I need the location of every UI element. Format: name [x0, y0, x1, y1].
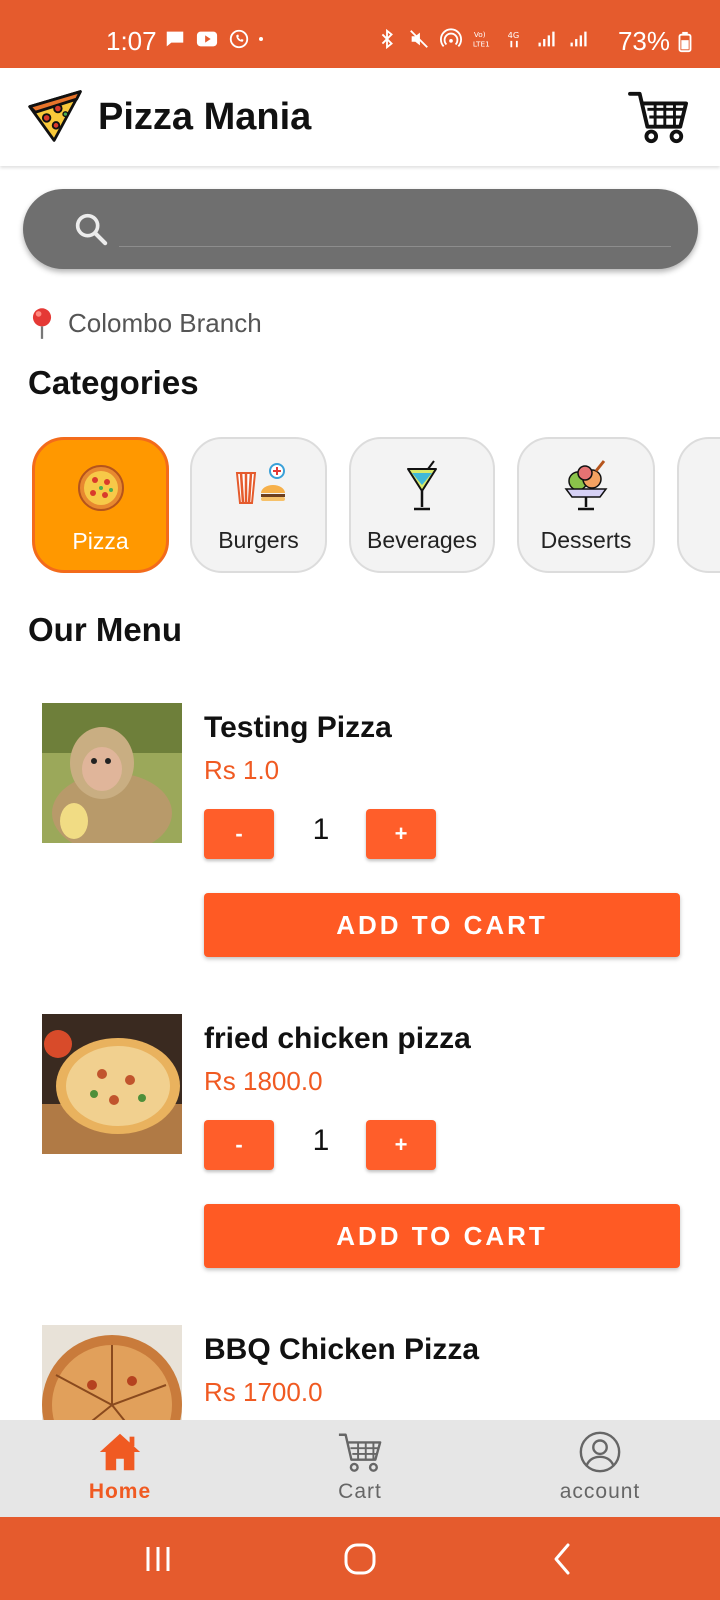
back-icon[interactable] — [544, 1539, 584, 1579]
whatsapp-icon — [229, 29, 249, 49]
app-title: Pizza Mania — [98, 96, 312, 138]
system-status-icons: Vo) LTE1 4G — [376, 28, 590, 50]
status-bar: 1:07 Vo) LTE1 4G 73% — [0, 0, 720, 68]
location-pin-icon — [32, 308, 52, 339]
category-list: Pizza Burgers Beverages Desserts — [32, 437, 720, 575]
hotspot-icon — [440, 28, 462, 47]
category-beverages[interactable]: Beverages — [349, 437, 495, 573]
search-bar[interactable] — [23, 189, 698, 269]
nav-account[interactable]: account — [480, 1420, 720, 1517]
item-name: BBQ Chicken Pizza — [204, 1333, 480, 1366]
youtube-icon — [196, 31, 218, 47]
signal-icon — [538, 31, 555, 47]
signal-icon-2 — [570, 31, 587, 47]
item-image — [42, 703, 182, 843]
category-desserts[interactable]: Desserts — [517, 437, 655, 573]
pizza-photo — [42, 1014, 182, 1154]
item-image — [42, 1325, 182, 1420]
decrease-quantity-button[interactable]: - — [204, 809, 274, 859]
add-to-cart-button[interactable]: ADD TO CART — [204, 893, 680, 957]
app-bar: Pizza Mania — [0, 68, 720, 166]
account-icon — [579, 1431, 621, 1473]
category-label: Pizza — [72, 528, 129, 554]
dot-icon — [259, 37, 263, 41]
item-price: Rs 1.0 — [204, 755, 280, 785]
svg-text:LTE1: LTE1 — [473, 39, 490, 48]
menu-item: Testing Pizza Rs 1.0 - 1 + ADD TO CART — [42, 703, 682, 963]
cart-icon — [338, 1433, 382, 1472]
mute-icon — [410, 30, 428, 48]
item-name: fried chicken pizza — [204, 1022, 471, 1055]
category-label: Burgers — [218, 527, 299, 553]
notification-icons — [164, 28, 270, 50]
burger-fries-icon — [235, 463, 285, 504]
ice-cream-icon — [564, 460, 608, 511]
pizza-logo-icon — [28, 90, 82, 142]
decrease-quantity-button[interactable]: - — [204, 1120, 274, 1170]
nav-label: Cart — [338, 1480, 382, 1503]
battery-percent: 73% — [617, 26, 670, 56]
category-more[interactable] — [677, 437, 720, 573]
battery-icon — [678, 31, 692, 53]
svg-text:4G: 4G — [508, 30, 520, 40]
cocktail-icon — [407, 460, 437, 511]
volte-icon: Vo)LTE1 — [473, 30, 490, 48]
branch-location: Colombo Branch — [28, 306, 262, 340]
status-time: 1:07 — [106, 26, 157, 56]
item-price: Rs 1700.0 — [204, 1377, 323, 1407]
home-button-icon[interactable] — [340, 1539, 380, 1579]
nav-home[interactable]: Home — [0, 1420, 240, 1517]
menu-item: BBQ Chicken Pizza Rs 1700.0 — [42, 1325, 682, 1420]
home-icon — [99, 1433, 141, 1471]
pizza-icon — [77, 465, 124, 511]
menu-item: fried chicken pizza Rs 1800.0 - 1 + ADD … — [42, 1014, 682, 1274]
item-name: Testing Pizza — [204, 711, 392, 744]
system-navigation-bar — [0, 1517, 720, 1600]
message-icon — [166, 31, 184, 47]
categories-title: Categories — [28, 364, 199, 401]
branch-label: Colombo Branch — [68, 307, 262, 338]
quantity-value: 1 — [312, 813, 330, 846]
nav-label: Home — [88, 1480, 152, 1503]
item-price: Rs 1800.0 — [204, 1066, 323, 1096]
nav-cart[interactable]: Cart — [240, 1420, 480, 1517]
svg-text:Vo): Vo) — [474, 30, 486, 39]
recent-apps-icon[interactable] — [138, 1539, 178, 1579]
category-label: Desserts — [540, 527, 632, 553]
add-to-cart-button[interactable]: ADD TO CART — [204, 1204, 680, 1268]
increase-quantity-button[interactable]: + — [366, 809, 436, 859]
increase-quantity-button[interactable]: + — [366, 1120, 436, 1170]
quantity-value: 1 — [312, 1124, 330, 1157]
bottom-navigation: Home Cart account — [0, 1420, 720, 1517]
nav-label: account — [559, 1480, 641, 1503]
category-label: Beverages — [367, 527, 477, 553]
category-pizza[interactable]: Pizza — [32, 437, 169, 573]
4g-icon: 4G — [508, 30, 520, 48]
item-image — [42, 1014, 182, 1154]
bluetooth-icon — [381, 28, 393, 50]
monkey-photo — [42, 703, 182, 843]
pizza-slices-photo — [42, 1325, 182, 1420]
search-input[interactable] — [119, 203, 671, 247]
search-icon — [75, 213, 108, 246]
cart-icon[interactable] — [628, 88, 690, 146]
menu-title: Our Menu — [28, 611, 182, 648]
category-burgers[interactable]: Burgers — [190, 437, 327, 573]
